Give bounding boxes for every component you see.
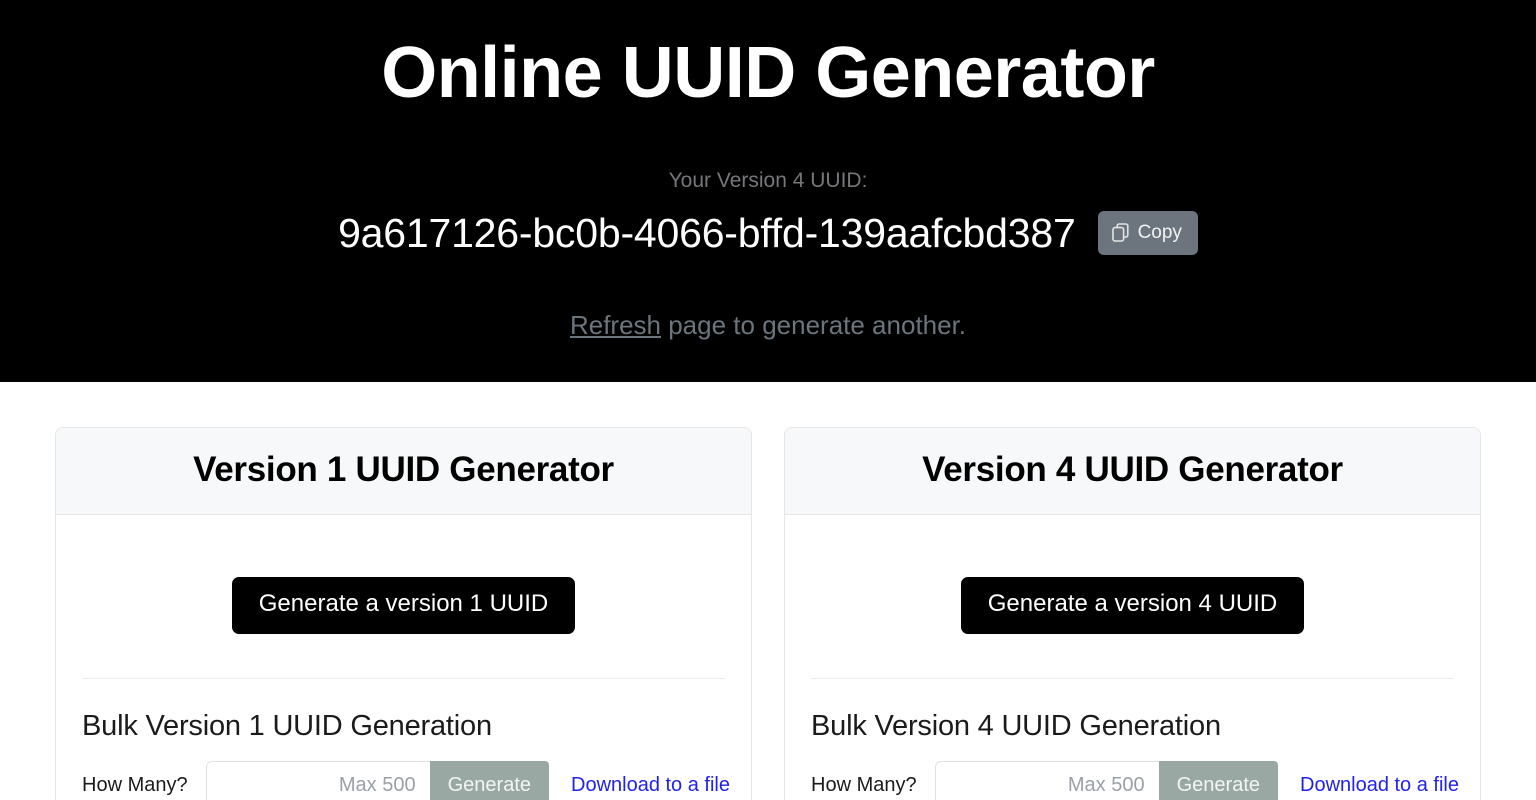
version-4-bulk-row: How Many? Generate Download to a file [811, 761, 1459, 800]
version-4-bulk-title: Bulk Version 4 UUID Generation [811, 709, 1221, 742]
refresh-hint: Refresh page to generate another. [0, 312, 1536, 338]
copy-icon [1111, 223, 1129, 242]
version-4-input-group: Generate [934, 761, 1278, 800]
uuid-row: 9a617126-bc0b-4066-bffd-139aafcbd387 Cop… [0, 209, 1536, 258]
uuid-label: Your Version 4 UUID: [668, 168, 868, 192]
refresh-hint-rest: page to generate another. [661, 309, 967, 340]
version-1-quantity-input[interactable] [205, 761, 430, 800]
version-4-card-title: Version 4 UUID Generator [922, 450, 1343, 489]
version-1-card-header: Version 1 UUID Generator [56, 428, 751, 516]
page-title: Online UUID Generator [381, 33, 1155, 113]
version-4-card-header: Version 4 UUID Generator [785, 428, 1480, 516]
version-4-card: Version 4 UUID Generator Generate a vers… [784, 427, 1481, 800]
copy-button-label: Copy [1137, 222, 1182, 244]
version-1-bulk-row: How Many? Generate Download to a file [82, 761, 730, 800]
refresh-link[interactable]: Refresh [570, 310, 661, 340]
version-1-generate-wrap: Generate a version 1 UUID [82, 539, 725, 645]
version-4-quantity-input[interactable] [934, 761, 1159, 800]
version-4-bulk-generate-button[interactable]: Generate [1158, 761, 1278, 800]
generate-version-1-button[interactable]: Generate a version 1 UUID [231, 577, 576, 634]
version-1-bulk-title: Bulk Version 1 UUID Generation [82, 709, 492, 742]
version-4-divider [811, 677, 1454, 679]
hero-banner: Online UUID Generator Your Version 4 UUI… [0, 0, 1536, 382]
version-1-bulk-generate-button[interactable]: Generate [429, 761, 549, 800]
generated-uuid-value: 9a617126-bc0b-4066-bffd-139aafcbd387 [338, 209, 1076, 256]
version-4-card-body: Generate a version 4 UUID Bulk Version 4… [785, 515, 1480, 800]
version-1-card: Version 1 UUID Generator Generate a vers… [55, 427, 752, 800]
copy-button[interactable]: Copy [1097, 211, 1198, 256]
version-1-card-body: Generate a version 1 UUID Bulk Version 1… [56, 515, 751, 800]
generator-cards-container: Version 1 UUID Generator Generate a vers… [55, 382, 1481, 800]
version-4-generate-wrap: Generate a version 4 UUID [811, 539, 1454, 645]
version-1-divider [82, 677, 725, 679]
version-4-download-link[interactable]: Download to a file [1300, 775, 1459, 795]
version-4-how-many-label: How Many? [811, 774, 917, 797]
version-1-input-group: Generate [205, 761, 549, 800]
generate-version-4-button[interactable]: Generate a version 4 UUID [960, 577, 1305, 634]
version-1-download-link[interactable]: Download to a file [571, 775, 730, 795]
version-1-how-many-label: How Many? [82, 774, 188, 797]
version-1-card-title: Version 1 UUID Generator [193, 450, 614, 489]
